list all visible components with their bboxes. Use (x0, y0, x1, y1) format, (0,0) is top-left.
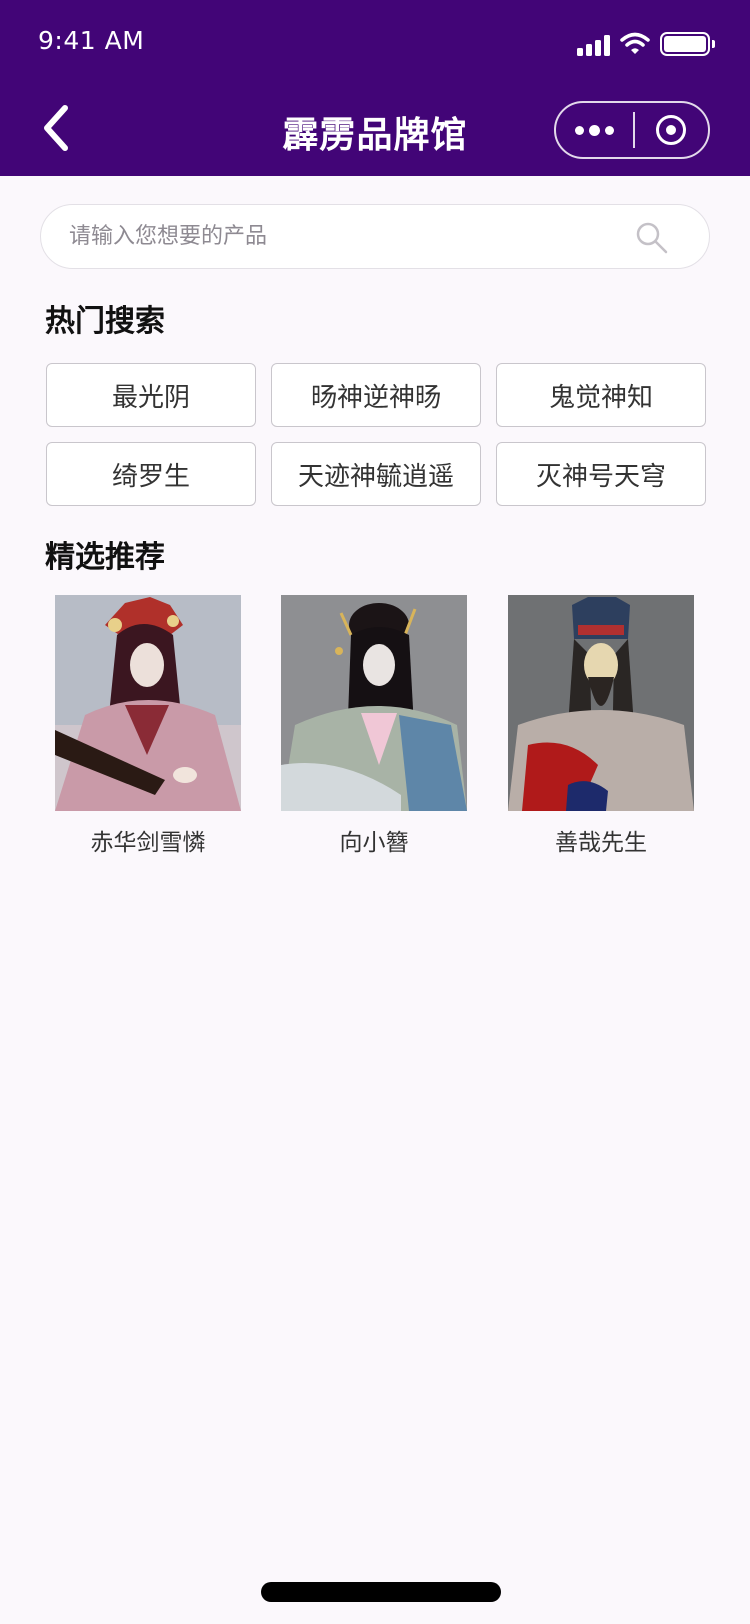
mini-program-capsule (554, 101, 710, 159)
more-dots-icon (574, 124, 614, 136)
back-button[interactable] (28, 100, 84, 156)
product-card[interactable]: 赤华剑雪憐 (55, 595, 245, 857)
product-card[interactable]: 向小簪 (281, 595, 471, 857)
page-title: 霹雳品牌馆 (282, 115, 468, 156)
hot-search-tags: 最光阴 旸神逆神旸 鬼觉神知 绮罗生 天迹神毓逍遥 灭神号天穹 (46, 363, 706, 506)
hot-search-title: 热门搜索 (45, 304, 165, 339)
hot-tag[interactable]: 最光阴 (46, 363, 256, 427)
hot-tag[interactable]: 绮罗生 (46, 442, 256, 506)
signal-icon (577, 34, 610, 56)
featured-title: 精选推荐 (45, 540, 165, 575)
product-name: 向小簪 (339, 830, 409, 856)
hot-tag[interactable]: 鬼觉神知 (496, 363, 706, 427)
product-image (55, 595, 241, 811)
product-image (281, 595, 467, 811)
wifi-icon (620, 32, 650, 54)
hot-tag[interactable]: 灭神号天穹 (496, 442, 706, 506)
hot-tag[interactable]: 旸神逆神旸 (271, 363, 481, 427)
status-time: 9:41 AM (38, 26, 145, 55)
close-mini-program-button[interactable] (635, 103, 708, 157)
search-icon[interactable] (635, 221, 669, 255)
search-bar (40, 204, 710, 269)
product-name: 善哉先生 (555, 830, 647, 856)
search-input[interactable] (69, 205, 629, 268)
battery-icon (660, 32, 715, 56)
product-image (508, 595, 694, 811)
hot-tag[interactable]: 天迹神毓逍遥 (271, 442, 481, 506)
target-close-icon (656, 115, 687, 145)
top-header: 9:41 AM 霹雳品牌馆 (0, 0, 750, 176)
more-button[interactable] (556, 103, 633, 157)
chevron-left-icon (44, 105, 68, 151)
status-icons (577, 30, 715, 56)
product-name: 赤华剑雪憐 (90, 830, 206, 856)
home-indicator (261, 1582, 501, 1602)
product-card[interactable]: 善哉先生 (508, 595, 698, 857)
